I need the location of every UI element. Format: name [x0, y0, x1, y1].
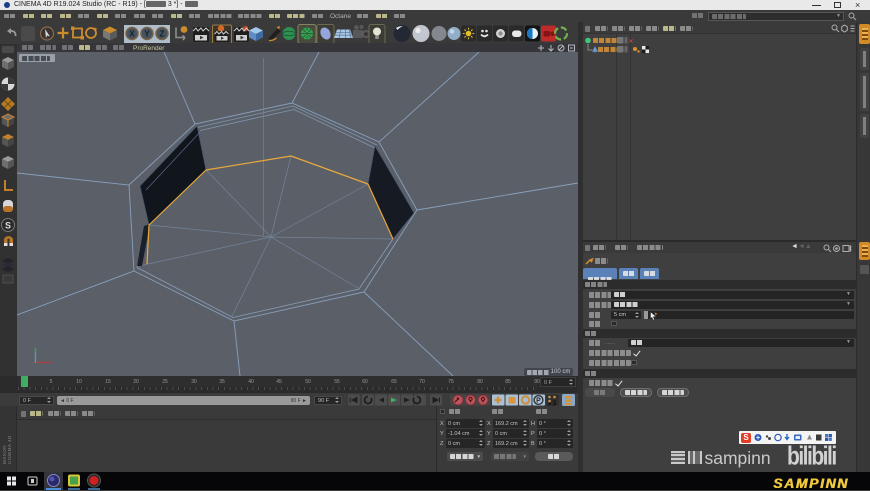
svg-text:Y: Y	[144, 30, 150, 39]
svg-text:×: ×	[629, 39, 633, 46]
svg-text:Z: Z	[160, 30, 165, 39]
svg-text:S: S	[5, 221, 11, 231]
svg-text:X: X	[129, 30, 135, 39]
svg-text:P: P	[536, 398, 541, 405]
